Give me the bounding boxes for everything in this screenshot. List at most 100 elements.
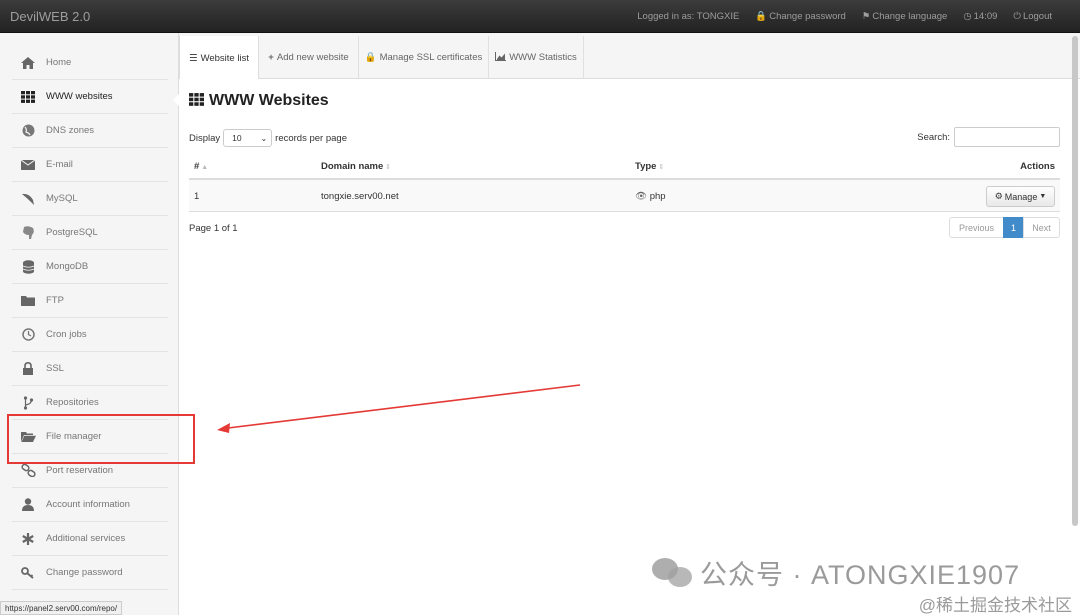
manage-label: Manage xyxy=(1004,191,1038,202)
sidebar-item-label: Change password xyxy=(46,567,123,578)
sidebar-item-www-websites[interactable]: WWW websites xyxy=(12,80,168,114)
sidebar-item-label: WWW websites xyxy=(46,91,113,102)
sidebar-item-label: Port reservation xyxy=(46,465,114,476)
sort-asc-icon: ▲ xyxy=(201,164,209,171)
lock-icon xyxy=(18,362,38,376)
sidebar-item-email[interactable]: E-mail xyxy=(12,148,168,182)
tab-label: Manage SSL certificates xyxy=(379,52,483,63)
sidebar-item-change-password[interactable]: Change password xyxy=(12,556,168,590)
list-icon: ☰ xyxy=(189,52,198,64)
sidebar-item-label: Home xyxy=(46,57,72,68)
user-icon xyxy=(18,498,38,512)
dolphin-icon xyxy=(18,192,38,206)
row-number: 1 xyxy=(194,191,200,202)
sidebar-item-additional-services[interactable]: Additional services xyxy=(12,522,168,556)
sidebar-item-ftp[interactable]: FTP xyxy=(12,284,168,318)
tab-www-statistics[interactable]: WWW Statistics xyxy=(489,36,584,79)
display-label: Display xyxy=(189,132,221,144)
tab-label: Website list xyxy=(200,52,249,64)
manage-button[interactable]: ⚙ Manage ▼ xyxy=(986,186,1055,207)
tab-manage-ssl[interactable]: 🔒 Manage SSL certificates xyxy=(359,36,489,79)
sidebar-item-label: MySQL xyxy=(46,193,78,204)
table-header: # ▲ Domain name ⇕ Type ⇕ Actions xyxy=(189,154,1060,180)
grid-icon xyxy=(189,92,204,110)
plus-icon: + xyxy=(268,52,274,63)
sidebar-item-dns-zones[interactable]: DNS zones xyxy=(12,114,168,148)
wechat-icon xyxy=(652,557,694,588)
flag-icon: ⚑ xyxy=(861,11,871,22)
sidebar-item-postgresql[interactable]: PostgreSQL xyxy=(12,216,168,250)
tab-label: Add new website xyxy=(276,52,349,63)
sidebar-item-label: Cron jobs xyxy=(46,329,87,340)
home-icon xyxy=(18,56,38,70)
page-title-text: WWW Websites xyxy=(209,92,329,109)
chart-icon xyxy=(495,51,507,64)
sidebar-item-home[interactable]: Home xyxy=(12,46,168,80)
change-language-label: Change language xyxy=(872,11,948,22)
sort-icon: ⇕ xyxy=(658,164,665,171)
highlight-box xyxy=(7,414,195,464)
grid-icon xyxy=(18,90,38,104)
row-type: 👁 php xyxy=(635,191,666,202)
change-password-label: Change password xyxy=(769,11,846,22)
sidebar-item-cron-jobs[interactable]: Cron jobs xyxy=(12,318,168,352)
sidebar-item-label: SSL xyxy=(46,363,64,374)
watermark-text: 公众号 · ATONGXIE1907 xyxy=(700,560,1021,590)
column-header-domain[interactable]: Domain name ⇕ xyxy=(321,161,391,172)
watermark-secondary: @稀土掘金技术社区 xyxy=(918,596,1072,615)
sidebar-item-mysql[interactable]: MySQL xyxy=(12,182,168,216)
database-icon xyxy=(18,259,38,274)
key-icon xyxy=(18,566,38,580)
search-label: Search: xyxy=(917,131,950,143)
sidebar-item-label: PostgreSQL xyxy=(46,227,98,238)
tab-bar: ☰ Website list + Add new website 🔒 Manage S… xyxy=(179,33,1080,80)
websites-table: # ▲ Domain name ⇕ Type ⇕ Actions 1 tongxie.… xyxy=(189,154,1060,212)
search-input[interactable] xyxy=(954,127,1060,147)
power-icon: ⏻ xyxy=(1013,11,1021,22)
column-header-type[interactable]: Type ⇕ xyxy=(635,161,664,172)
page-length-select[interactable]: 10 ⌄ xyxy=(223,129,273,147)
sidebar-item-ssl[interactable]: SSL xyxy=(12,352,168,386)
watermark: 公众号 · ATONGXIE1907 xyxy=(652,553,1020,592)
chevron-down-icon: ⌄ xyxy=(260,133,268,143)
sidebar: Home WWW websites DNS zones E-mail MySQL… xyxy=(0,33,179,615)
page-length-control: Display 10 ⌄ records per page xyxy=(189,129,347,147)
sidebar-item-label: DNS zones xyxy=(46,125,95,136)
tab-add-new-website[interactable]: + Add new website xyxy=(259,36,359,79)
main-content: WWW Websites Display 10 ⌄ records per pa… xyxy=(179,79,1070,615)
logout-link[interactable]: ⏻ Logout xyxy=(1013,11,1052,22)
top-navbar: DevilWEB 2.0 Logged in as: TONGXIE 🔒 Chan… xyxy=(0,0,1080,33)
caret-down-icon: ▼ xyxy=(1039,193,1047,200)
pagination-previous[interactable]: Previous xyxy=(949,217,1004,238)
sort-icon: ⇕ xyxy=(385,164,392,171)
sidebar-item-label: E-mail xyxy=(46,159,73,170)
brand-logo[interactable]: DevilWEB 2.0 xyxy=(10,9,90,24)
change-password-link[interactable]: 🔒 Change password xyxy=(755,11,845,22)
lock-icon: 🔒 xyxy=(364,52,377,63)
clock-icon: ◷ xyxy=(963,11,972,22)
sidebar-item-account-information[interactable]: Account information xyxy=(12,488,168,522)
scrollbar[interactable] xyxy=(1072,36,1078,526)
elephant-icon xyxy=(18,225,38,240)
pagination-page-1[interactable]: 1 xyxy=(1003,217,1024,238)
globe-icon xyxy=(18,124,38,138)
logout-label: Logout xyxy=(1022,11,1052,22)
tab-website-list[interactable]: ☰ Website list xyxy=(179,36,259,80)
lock-icon: 🔒 xyxy=(755,11,768,22)
pagination-next[interactable]: Next xyxy=(1023,217,1060,238)
time-label: 14:09 xyxy=(973,11,998,22)
sidebar-item-mongodb[interactable]: MongoDB xyxy=(12,250,168,284)
eye-icon: 👁 xyxy=(635,191,648,202)
brand-prefix: Devil xyxy=(10,9,39,24)
table-row: 1 tongxie.serv00.net 👁 php ⚙ Manage ▼ xyxy=(189,180,1060,212)
row-type-label: php xyxy=(649,191,666,202)
table-info: Page 1 of 1 xyxy=(189,223,238,234)
logged-in-label: Logged in as: TONGXIE xyxy=(637,11,740,22)
clock-display: ◷ 14:09 xyxy=(963,11,997,22)
asterisk-icon xyxy=(18,532,38,546)
sidebar-item-label: FTP xyxy=(46,295,64,306)
column-header-number[interactable]: # ▲ xyxy=(194,161,208,172)
sidebar-item-label: MongoDB xyxy=(46,261,89,272)
records-label: records per page xyxy=(275,132,347,144)
change-language-link[interactable]: ⚑ Change language xyxy=(862,11,948,22)
